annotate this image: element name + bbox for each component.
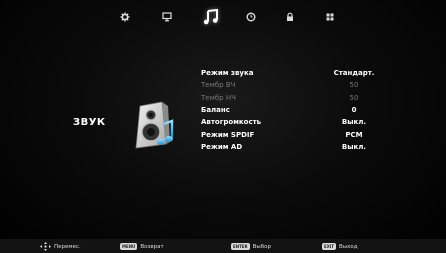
clock-icon [246,12,256,22]
menu-item-spdif-mode[interactable]: Режим SPDIF PCM [201,128,391,140]
menu-item-bass[interactable]: Тембр НЧ 50 [201,92,391,104]
menu-item-value: Выкл. [341,118,367,127]
menu-item-value: 50 [349,93,359,102]
tv-menu-screen: ЗВУК Режим звука Стандарт. Тембр ВЧ 50 Т… [0,0,446,253]
menu-item-balance[interactable]: Баланс 0 [201,104,391,116]
lock-icon [287,12,293,21]
help-back: MENU Возврат [120,242,164,251]
menu-key-icon: MENU [120,243,138,250]
gear-icon [120,12,130,22]
enter-key-icon: ENTER [231,243,250,250]
menu-item-label: Тембр ВЧ [201,81,236,90]
help-move: Перемес. [40,242,81,251]
section-title: ЗВУК [73,117,106,128]
menu-item-value: 0 [351,106,357,115]
menu-item-ad-mode[interactable]: Режим AD Выкл. [201,141,391,153]
menu-item-label: Режим SPDIF [201,130,255,139]
menu-tab-bar [0,0,446,32]
help-move-label: Перемес. [54,243,81,250]
tab-settings[interactable] [118,6,132,28]
help-exit-label: Выход [339,243,358,250]
menu-item-value: PCM [345,130,363,139]
tab-sound[interactable] [201,6,221,28]
menu-item-value: 50 [349,81,359,90]
help-bar: Перемес. MENU Возврат ENTER Выбор EXIT В… [0,239,446,253]
help-select-label: Выбор [252,243,271,250]
menu-item-label: Автогромкость [201,118,262,127]
menu-item-value: Выкл. [341,142,367,151]
menu-item-label: Режим AD [201,142,243,151]
menu-item-value: Стандарт. [333,69,375,78]
monitor-icon [162,12,172,22]
menu-item-auto-volume[interactable]: Автогромкость Выкл. [201,116,391,128]
tab-lock[interactable] [283,6,297,28]
grid-icon [326,13,334,21]
menu-item-label: Режим звука [201,69,254,78]
tab-picture[interactable] [160,6,174,28]
help-back-label: Возврат [140,243,164,250]
sound-settings-list: Режим звука Стандарт. Тембр ВЧ 50 Тембр … [201,67,391,153]
tab-time[interactable] [244,6,258,28]
exit-key-icon: EXIT [322,243,337,250]
tab-setup[interactable] [323,6,337,28]
dpad-arrows-icon [40,242,51,251]
menu-item-treble[interactable]: Тембр ВЧ 50 [201,79,391,91]
help-exit: EXIT Выход [322,242,358,251]
menu-item-sound-mode[interactable]: Режим звука Стандарт. [201,67,391,79]
music-note-icon [203,9,218,25]
menu-item-label: Тембр НЧ [201,93,236,102]
menu-item-label: Баланс [201,106,230,115]
speaker-icon [135,101,174,149]
help-select: ENTER Выбор [231,242,271,251]
